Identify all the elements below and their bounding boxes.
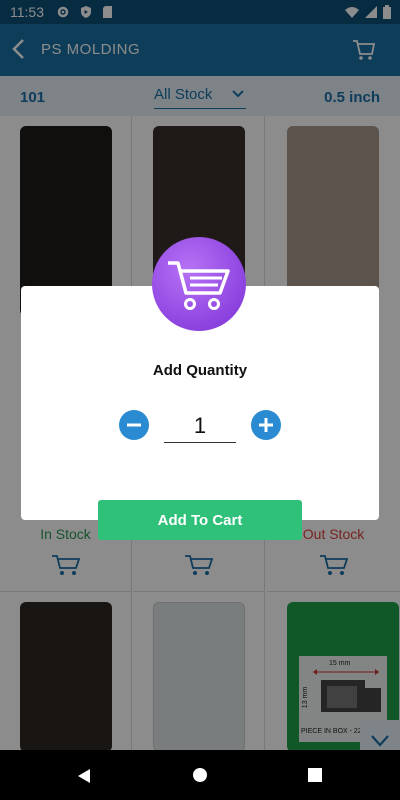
home-circle-icon[interactable]	[192, 767, 208, 783]
back-triangle-icon[interactable]	[76, 768, 92, 784]
minus-icon	[127, 423, 141, 427]
plus-icon	[259, 418, 273, 432]
add-to-cart-button[interactable]: Add To Cart	[98, 500, 302, 540]
dialog-cart-badge	[152, 237, 246, 331]
recents-square-icon[interactable]	[308, 768, 322, 782]
quantity-input[interactable]: 1	[164, 410, 236, 443]
decrease-quantity-button[interactable]	[119, 410, 149, 440]
shopping-cart-icon	[168, 261, 230, 310]
system-nav-bar	[0, 750, 400, 800]
dialog-title: Add Quantity	[152, 362, 248, 379]
increase-quantity-button[interactable]	[251, 410, 281, 440]
